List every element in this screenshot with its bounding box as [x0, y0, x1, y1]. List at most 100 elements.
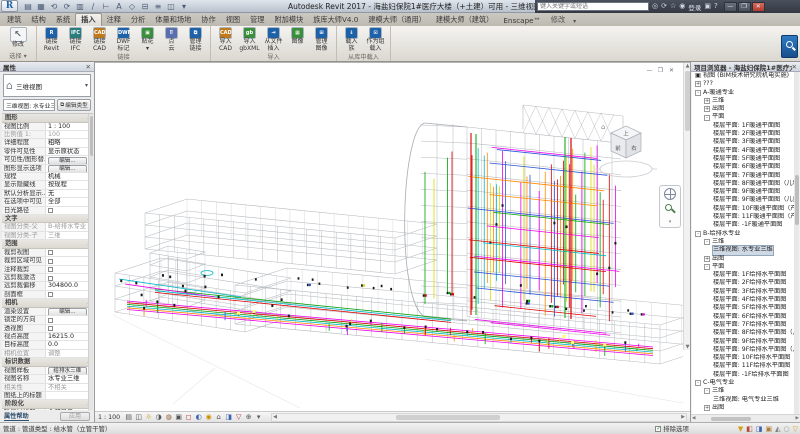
property-value[interactable]: 机械 — [46, 173, 93, 180]
thin-lines-icon[interactable]: ≡ — [152, 1, 164, 12]
print-icon[interactable]: ▥ — [74, 1, 86, 12]
tree-item[interactable]: 楼层平面: 1F给排水平面图 — [692, 271, 799, 279]
tree-item[interactable]: 三维视图: 电气专业三维 — [692, 396, 799, 404]
tree-item[interactable]: ▣ 视图 (BIM技术研究院机电实施) — [692, 72, 799, 80]
temporary-hide-icon[interactable]: ◐ — [194, 413, 203, 422]
property-checkbox[interactable] — [48, 267, 53, 272]
type-selector-dropdown-icon[interactable]: ▾ — [85, 82, 88, 89]
tree-item-selected[interactable]: 三维视图: 水专业三维 — [692, 246, 799, 254]
property-value[interactable]: 粗略 — [46, 139, 93, 146]
point-cloud-button[interactable]: ⠿点云 — [160, 27, 183, 52]
tree-item[interactable]: -平面 — [692, 113, 799, 121]
tree-item[interactable]: 楼层平面: 11F暖通平面图（产房） — [692, 213, 799, 221]
manage-links-button[interactable]: ⧉管理链接 — [184, 27, 207, 52]
tree-item[interactable]: +三维 — [692, 97, 799, 105]
tree-item[interactable]: 楼层平面: -1F给排水平面图 — [692, 371, 799, 379]
property-edit-button[interactable]: 编辑... — [48, 165, 87, 172]
undo-icon[interactable]: ⟲ — [48, 1, 60, 12]
property-value[interactable]: 全部显示 — [46, 409, 93, 410]
analytical-model-icon[interactable]: ⌂ — [214, 413, 223, 422]
property-value[interactable]: 1 : 100 — [46, 123, 93, 130]
property-section[interactable]: 相机▴ — [2, 299, 93, 308]
render-icon[interactable]: ◍ — [164, 413, 173, 422]
dwf-markup-button[interactable]: DWFDWF标记 — [112, 27, 135, 52]
detail-level-icon[interactable]: ▤ — [124, 413, 133, 422]
property-value[interactable]: 16215.0 — [46, 333, 93, 340]
modify-cursor-button[interactable]: ↖修改 — [3, 27, 33, 49]
tab-注释[interactable]: 注释 — [102, 14, 126, 26]
scroll-left-icon[interactable]: ◀ — [273, 414, 277, 420]
property-value[interactable]: 调整 — [46, 350, 93, 357]
collapse-icon[interactable]: - — [704, 115, 710, 121]
tree-item[interactable]: 楼层平面: 2F暖通平面图 — [692, 130, 799, 138]
selection-count-icon[interactable]: ▽ — [793, 424, 798, 434]
scroll-down-icon[interactable]: ▼ — [684, 344, 691, 350]
text-icon[interactable]: A — [113, 1, 125, 12]
property-value[interactable]: 304800.0 — [46, 282, 93, 289]
property-value[interactable]: 显示原状态 — [46, 148, 93, 155]
manage-images-button[interactable]: ⊞管理图像 — [310, 27, 333, 52]
view-restore-icon[interactable]: ❐ — [656, 67, 665, 74]
tree-item[interactable]: +??? — [692, 80, 799, 88]
tree-item[interactable]: -三维 — [692, 238, 799, 246]
property-value[interactable] — [46, 316, 93, 323]
navbar-caret-icon[interactable]: ▾ — [669, 219, 672, 225]
browser-horizontal-scrollbar[interactable]: ◀ ▶ — [691, 414, 800, 422]
scroll-up-icon[interactable]: ▲ — [684, 63, 691, 69]
tree-item[interactable]: -C-电气专业 — [692, 379, 799, 387]
property-edit-button[interactable]: 编辑... — [48, 308, 87, 315]
browser-scroll-right-icon[interactable]: ▶ — [796, 416, 799, 421]
insert-from-file-button[interactable]: ⇥从文件插入 — [262, 27, 285, 52]
scroll-right-icon[interactable]: ▶ — [681, 414, 685, 420]
browser-close-icon[interactable]: ✕ — [792, 63, 797, 71]
panel-label[interactable]: 链接 — [38, 52, 209, 62]
collapse-icon[interactable]: - — [695, 90, 701, 96]
tree-item[interactable]: 楼层平面: 8F暖通平面图（儿科） — [692, 180, 799, 188]
property-value[interactable]: 编辑... — [46, 308, 93, 315]
view-scale-button[interactable]: 1 : 100 — [98, 414, 120, 421]
collapse-icon[interactable]: - — [704, 239, 710, 245]
property-edit-button[interactable]: 给排水三维 — [48, 367, 87, 374]
expand-icon[interactable]: + — [704, 405, 710, 411]
help-icon[interactable]: ? — [714, 1, 718, 12]
view-close-icon[interactable]: ✕ — [667, 67, 676, 74]
exchange-apps-icon[interactable]: ▣ — [704, 1, 711, 12]
instance-selector[interactable]: 三维视图: 水专业三维 ▾ — [3, 99, 55, 111]
property-checkbox[interactable] — [48, 292, 53, 297]
search-scope-icon[interactable]: ◎ — [652, 1, 658, 12]
measure-icon[interactable]: ∕ — [87, 1, 99, 12]
tree-item[interactable]: 楼层平面: 5F给排水平面图 — [692, 304, 799, 312]
browser-scroll-left-icon[interactable]: ◀ — [692, 416, 695, 421]
switch-windows-icon[interactable]: ▾ — [178, 1, 190, 12]
tree-item[interactable]: -A-暖通专业 — [692, 89, 799, 97]
visual-style-icon[interactable]: ◫ — [134, 413, 143, 422]
property-checkbox[interactable] — [48, 276, 53, 281]
tab-管理[interactable]: 管理 — [245, 14, 269, 26]
property-section[interactable]: 图形▴ — [2, 114, 93, 123]
save-icon[interactable]: ▦ — [35, 1, 47, 12]
property-value[interactable] — [46, 291, 93, 298]
tree-item[interactable]: 楼层平面: 9F暖通平面图 — [692, 188, 799, 196]
property-section[interactable]: 文字▴ — [2, 215, 93, 224]
collapse-icon[interactable]: - — [704, 388, 710, 394]
property-checkbox[interactable] — [48, 318, 53, 323]
type-selector[interactable]: ⌂ 三维视图 ▾ — [3, 74, 91, 97]
select-pinned-icon[interactable]: ▣ — [765, 424, 772, 434]
browser-title-bar[interactable]: 项目浏览器 - 海盐妇保院1#医疗大楼（+土建）... ✕ — [691, 62, 800, 72]
property-value[interactable]: 无 — [46, 190, 93, 197]
load-family-button[interactable]: ⇓载入族 — [340, 27, 363, 52]
property-checkbox[interactable] — [48, 259, 53, 264]
select-links-icon[interactable]: ◧ — [746, 424, 753, 434]
tab-附加模块[interactable]: 附加模块 — [269, 14, 308, 26]
expand-icon[interactable]: + — [695, 81, 701, 87]
drawing-area[interactable]: 上前右⌂ — ❐ ✕ ▾ ▲ ▼ 1 : 100 ▤◫☼◑◍▣◻◐◉⌂◨▽⊕▾ … — [95, 62, 690, 422]
property-value[interactable]: 给排水三维 — [46, 367, 93, 374]
properties-scrollbar[interactable] — [88, 114, 93, 410]
apply-button[interactable]: 应用 — [60, 412, 90, 421]
tree-item[interactable]: 楼层平面: 11F给排水平面图（产房） — [692, 362, 799, 370]
tree-item[interactable]: -三维 — [692, 387, 799, 395]
redo-icon[interactable]: ⟳ — [61, 1, 73, 12]
property-value[interactable]: 不相关 — [46, 384, 93, 391]
tree-item[interactable]: 楼层平面: 1F暖通平面图 — [692, 122, 799, 130]
import-gbxml-button[interactable]: gb导入gbXML — [238, 27, 261, 52]
